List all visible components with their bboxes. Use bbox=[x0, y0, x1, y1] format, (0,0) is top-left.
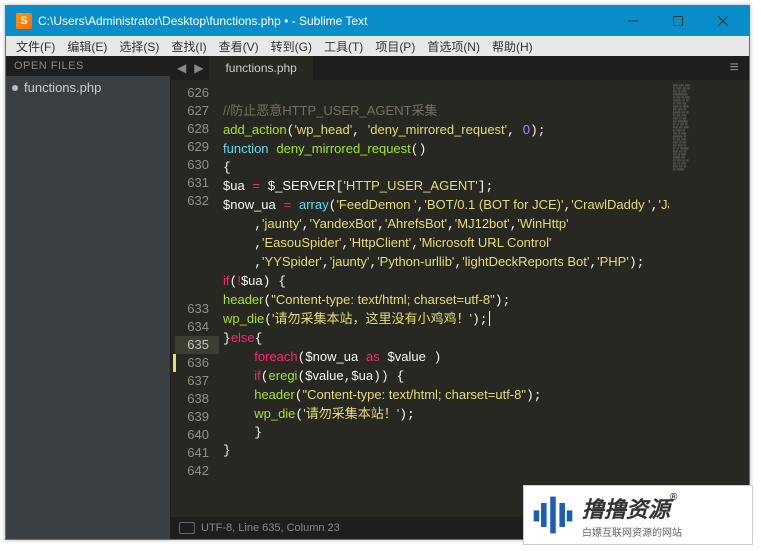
tabbar: ◀ ▶ functions.php ≡ bbox=[171, 56, 749, 80]
close-button[interactable] bbox=[700, 7, 745, 35]
watermark-title: 撸撸资源 bbox=[582, 497, 670, 522]
line-number: 634 bbox=[175, 318, 209, 336]
menu-project[interactable]: 项目(P) bbox=[369, 36, 421, 57]
tab-functions-php[interactable]: functions.php bbox=[209, 56, 313, 80]
line-number: 631 bbox=[175, 174, 209, 192]
unsaved-indicator-icon bbox=[12, 85, 18, 91]
code-area[interactable]: //防止恶意HTTP_USER_AGENT采集 add_action('wp_h… bbox=[219, 80, 669, 517]
line-gutter[interactable]: 626 627 628 629 630 631 632 633 634 635 … bbox=[171, 80, 219, 517]
line-number: 627 bbox=[175, 102, 209, 120]
line-number: 632 bbox=[175, 192, 209, 210]
menu-preferences[interactable]: 首选项(N) bbox=[421, 36, 486, 57]
watermark-text: 撸撸资源® 白嫖互联网资源的网站 bbox=[578, 492, 748, 539]
line-number: 641 bbox=[175, 444, 209, 462]
file-item-label: functions.php bbox=[24, 80, 101, 95]
watermark-reg: ® bbox=[670, 492, 677, 503]
main-editor-area: ◀ ▶ functions.php ≡ 626 627 628 629 630 … bbox=[171, 56, 749, 539]
maximize-button[interactable] bbox=[655, 7, 700, 35]
menu-goto[interactable]: 转到(G) bbox=[265, 36, 318, 57]
line-number: 630 bbox=[175, 156, 209, 174]
minimap[interactable]: ████ ████ ██████ ████ ███ █████ ██ █████… bbox=[669, 80, 749, 517]
open-files-header: OPEN FILES bbox=[6, 56, 170, 76]
line-number: 629 bbox=[175, 138, 209, 156]
line-number: 639 bbox=[175, 408, 209, 426]
line-number: 638 bbox=[175, 390, 209, 408]
menubar: 文件(F) 编辑(E) 选择(S) 查找(I) 查看(V) 转到(G) 工具(T… bbox=[6, 36, 749, 56]
current-line-marker bbox=[173, 354, 176, 372]
line-number: 628 bbox=[175, 120, 209, 138]
window-title: C:\Users\Administrator\Desktop\functions… bbox=[38, 14, 610, 28]
app-window: S C:\Users\Administrator\Desktop\functio… bbox=[5, 5, 750, 540]
tab-prev-icon[interactable]: ◀ bbox=[177, 61, 186, 75]
menu-find[interactable]: 查找(I) bbox=[165, 36, 212, 57]
sidebar: OPEN FILES functions.php bbox=[6, 56, 171, 539]
status-text: UTF-8, Line 635, Column 23 bbox=[201, 522, 340, 534]
titlebar[interactable]: S C:\Users\Administrator\Desktop\functio… bbox=[6, 6, 749, 36]
line-number: 640 bbox=[175, 426, 209, 444]
minimap-content: ████ ████ ██████ ████ ███ █████ ██ █████… bbox=[673, 84, 745, 171]
menu-view[interactable]: 查看(V) bbox=[213, 36, 265, 57]
watermark: 撸撸资源® 白嫖互联网资源的网站 bbox=[523, 485, 753, 545]
line-number: 636 bbox=[175, 354, 209, 372]
sidebar-file-item[interactable]: functions.php bbox=[6, 76, 170, 99]
watermark-logo-icon bbox=[528, 490, 578, 540]
menu-file[interactable]: 文件(F) bbox=[10, 36, 61, 57]
tab-nav-arrows: ◀ ▶ bbox=[171, 56, 209, 80]
tab-menu-icon[interactable]: ≡ bbox=[720, 56, 749, 80]
line-number: 633 bbox=[175, 300, 209, 318]
line-number: 626 bbox=[175, 84, 209, 102]
minimize-button[interactable] bbox=[610, 7, 655, 35]
watermark-subtitle: 白嫖互联网资源的网站 bbox=[582, 524, 748, 539]
body-area: OPEN FILES functions.php ◀ ▶ functions.p… bbox=[6, 56, 749, 539]
menu-tools[interactable]: 工具(T) bbox=[318, 36, 369, 57]
window-controls bbox=[610, 7, 745, 35]
menu-select[interactable]: 选择(S) bbox=[113, 36, 165, 57]
tab-next-icon[interactable]: ▶ bbox=[194, 61, 203, 75]
menu-help[interactable]: 帮助(H) bbox=[486, 36, 539, 57]
editor[interactable]: 626 627 628 629 630 631 632 633 634 635 … bbox=[171, 80, 749, 517]
status-panel-icon[interactable] bbox=[179, 522, 195, 534]
tab-label: functions.php bbox=[225, 61, 296, 75]
line-number-current: 635 bbox=[175, 336, 219, 354]
line-number: 642 bbox=[175, 462, 209, 480]
menu-edit[interactable]: 编辑(E) bbox=[61, 36, 113, 57]
line-number: 637 bbox=[175, 372, 209, 390]
app-icon: S bbox=[16, 13, 32, 29]
